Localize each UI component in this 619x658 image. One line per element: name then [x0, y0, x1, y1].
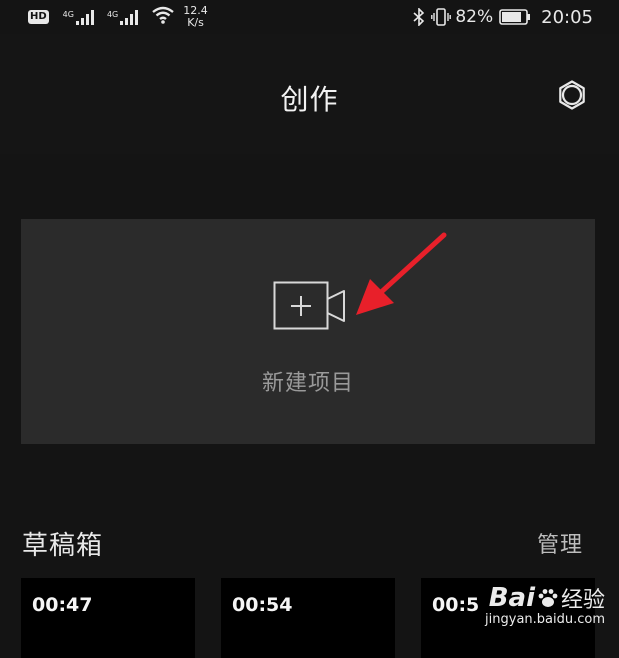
wifi-icon — [151, 6, 175, 29]
bluetooth-icon — [413, 8, 425, 26]
battery-icon — [499, 9, 531, 25]
clock: 20:05 — [541, 6, 593, 28]
draft-duration: 00:5 — [432, 594, 480, 616]
settings-button[interactable] — [555, 78, 589, 112]
signal-icon: 4G — [107, 9, 139, 25]
add-video-icon — [273, 281, 345, 330]
page-title: 创作 — [280, 83, 339, 116]
watermark-logo: Bai 经验 — [485, 582, 605, 614]
battery-percent: 82% — [455, 7, 494, 27]
hd-icon: HD — [28, 10, 49, 24]
watermark-logo-left: Bai — [488, 583, 535, 613]
watermark-url: jingyan.baidu.com — [485, 612, 605, 627]
network-speed: 12.4 K/s — [183, 5, 208, 29]
speed-unit: K/s — [187, 16, 204, 29]
status-bar: HD 4G 4G 12.4 K/s 82% 20:05 — [0, 0, 619, 34]
header: 创作 — [0, 34, 619, 154]
signal-tag: 4G — [62, 10, 74, 19]
drafts-title: 草稿箱 — [22, 531, 104, 561]
signal-tag: 4G — [106, 10, 119, 19]
draft-item[interactable]: 00:54 — [221, 578, 395, 658]
draft-duration: 00:54 — [232, 594, 293, 616]
watermark: Bai 经验 jingyan.baidu.com — [485, 582, 605, 627]
red-arrow — [356, 232, 447, 315]
status-bar-right: 82% 20:05 — [407, 7, 593, 28]
signal-icon: 4G — [63, 9, 95, 25]
new-project-label: 新建项目 — [261, 371, 354, 396]
watermark-logo-right: 经验 — [560, 588, 605, 613]
vibrate-icon — [431, 8, 452, 26]
draft-item[interactable]: 00:47 — [21, 578, 195, 658]
gear-icon — [559, 80, 585, 110]
draft-duration: 00:47 — [32, 594, 93, 616]
new-project-card[interactable]: 新建项目 — [21, 219, 595, 444]
paw-icon — [538, 589, 558, 607]
manage-button[interactable]: 管理 — [537, 527, 583, 559]
status-bar-left: HD 4G 4G 12.4 K/s — [28, 5, 208, 29]
